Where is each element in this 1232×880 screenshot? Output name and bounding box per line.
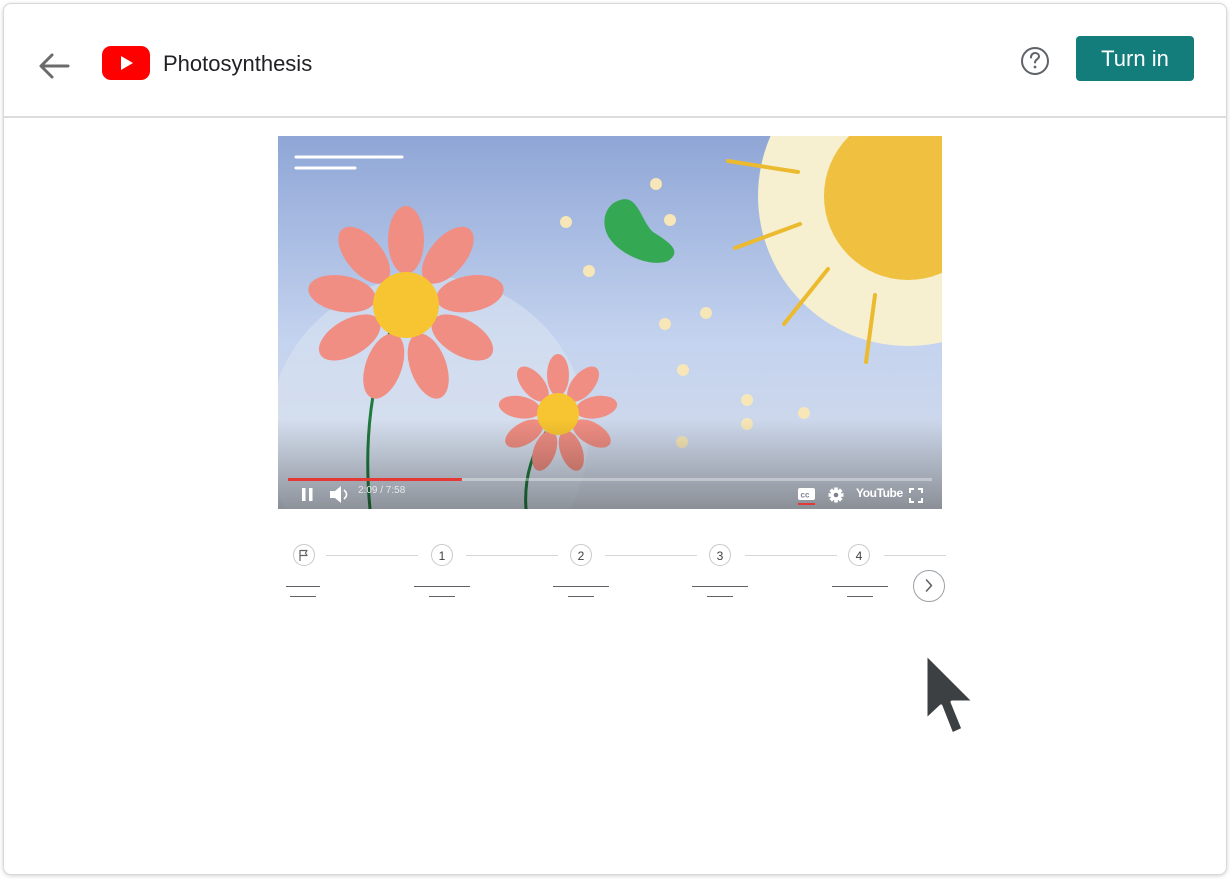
label-placeholder [847, 596, 873, 597]
label-placeholder [692, 586, 748, 587]
youtube-wordmark[interactable]: YouTube [856, 486, 903, 500]
timeline-node-3[interactable]: 3 [709, 544, 731, 566]
video-frame: cc [278, 136, 942, 509]
label-placeholder [832, 586, 888, 587]
question-mark-circle-icon[interactable] [1018, 44, 1052, 78]
timeline-segment [745, 555, 837, 556]
timeline-segment [466, 555, 558, 556]
mouse-cursor-icon [924, 652, 976, 736]
svg-text:cc: cc [801, 491, 810, 500]
next-button[interactable] [913, 570, 945, 602]
flag-icon [299, 549, 308, 561]
label-placeholder [286, 586, 320, 587]
label-placeholder [553, 586, 609, 587]
timeline-segment [326, 555, 418, 556]
chevron-right-icon [925, 579, 933, 592]
timeline-start-node[interactable] [293, 544, 315, 566]
label-placeholder [414, 586, 470, 587]
time-display: 2:09 / 7:58 [358, 485, 406, 496]
video-player[interactable]: cc 2:09 / 7:58 YouTube [278, 136, 942, 509]
timeline-segment [884, 555, 946, 556]
label-placeholder [568, 596, 594, 597]
timeline-node-1[interactable]: 1 [431, 544, 453, 566]
settings-gear-icon[interactable] [828, 487, 844, 503]
youtube-logo-icon [102, 46, 150, 80]
label-placeholder [290, 596, 316, 597]
label-placeholder [429, 596, 455, 597]
timeline-node-2[interactable]: 2 [570, 544, 592, 566]
arrow-left-icon[interactable] [34, 46, 74, 86]
progress-fill [288, 478, 462, 481]
question-timeline: 1 2 3 4 [282, 540, 946, 610]
top-bar: Photosynthesis Turn in [4, 4, 1226, 118]
label-placeholder [707, 596, 733, 597]
timeline-segment [605, 555, 697, 556]
turn-in-button[interactable]: Turn in [1076, 36, 1194, 81]
timeline-node-4[interactable]: 4 [848, 544, 870, 566]
page-title: Photosynthesis [163, 51, 313, 76]
